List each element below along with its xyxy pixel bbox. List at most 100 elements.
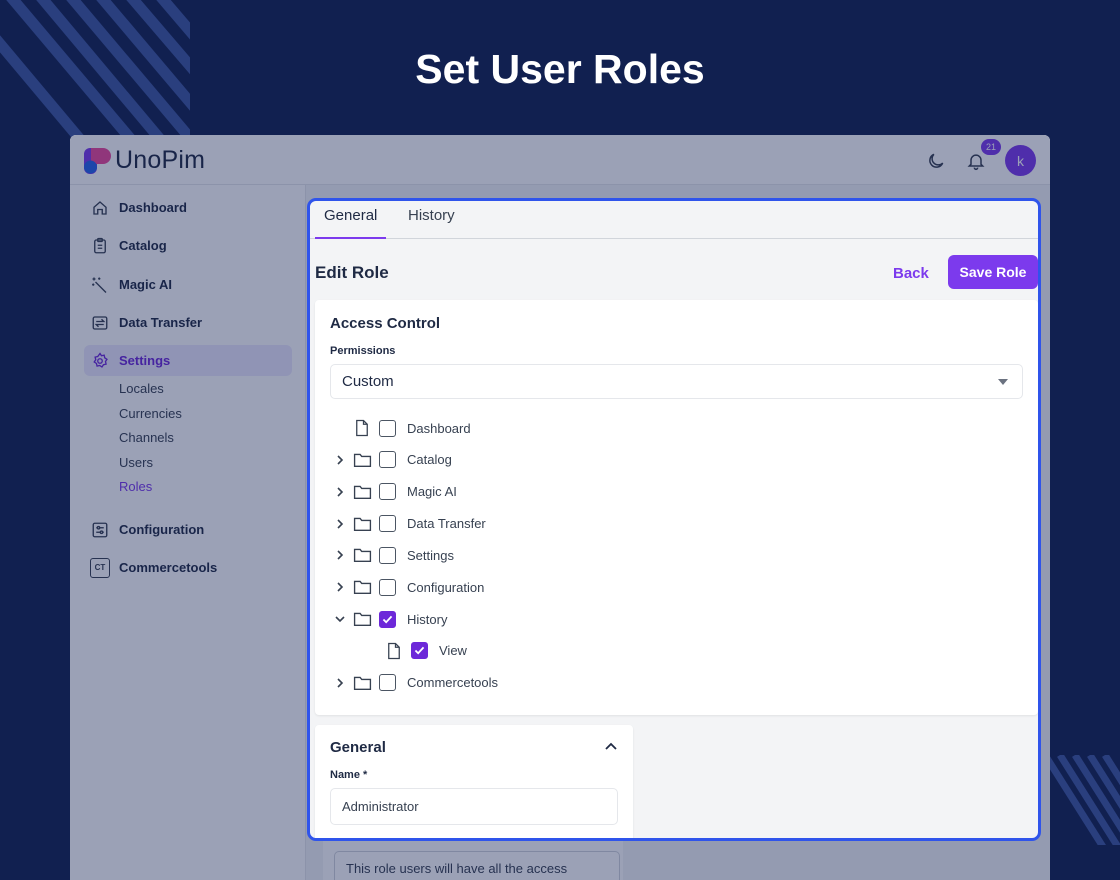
- permissions-select-value: Custom: [342, 373, 394, 390]
- decorative-stripes-bottom-right: [1045, 755, 1120, 845]
- sidebar-subitem-users[interactable]: Users: [119, 455, 153, 470]
- sidebar-item-label: Settings: [119, 353, 171, 368]
- permission-checkbox[interactable]: [379, 578, 396, 596]
- sidebar-subitem-roles[interactable]: Roles: [119, 479, 152, 494]
- bell-icon: [967, 153, 985, 170]
- folder-icon: [352, 449, 372, 471]
- permission-tree-row: Commercetools: [333, 672, 498, 694]
- chevron-right-icon[interactable]: [333, 576, 347, 598]
- folder-icon: [352, 544, 372, 566]
- transfer-icon: [90, 313, 110, 333]
- permission-label: View: [439, 643, 467, 659]
- tab-history[interactable]: History: [408, 207, 455, 239]
- sliders-icon: [90, 520, 110, 540]
- permission-checkbox[interactable]: [379, 674, 396, 692]
- file-icon: [352, 417, 372, 439]
- sidebar-item-settings[interactable]: Settings: [84, 345, 292, 376]
- sidebar-subitem-locales[interactable]: Locales: [119, 381, 164, 396]
- highlighted-panel: General History Edit Role Back Save Role…: [307, 198, 1041, 841]
- chevron-right-icon[interactable]: [333, 513, 347, 535]
- permission-checkbox[interactable]: [379, 546, 396, 564]
- tab-general[interactable]: General: [315, 207, 386, 239]
- sidebar-item-catalog[interactable]: Catalog: [84, 230, 292, 261]
- chevron-right-icon[interactable]: [333, 672, 347, 694]
- permission-label: Data Transfer: [407, 516, 486, 532]
- dark-mode-toggle[interactable]: [921, 146, 951, 176]
- sidebar-item-label: Configuration: [119, 522, 205, 537]
- sidebar-item-magic-ai[interactable]: Magic AI: [84, 269, 292, 300]
- banner-title: Set User Roles: [415, 46, 705, 92]
- sidebar: Dashboard Catalog Magic AI Data Transfer…: [70, 185, 306, 880]
- ct-icon: CT: [90, 557, 110, 578]
- general-card: General Name * Administrator: [315, 725, 633, 838]
- folder-icon: [352, 576, 372, 598]
- avatar[interactable]: k: [1005, 145, 1036, 176]
- sidebar-subitem-currencies[interactable]: Currencies: [119, 406, 182, 421]
- clipboard-icon: [90, 236, 110, 256]
- folder-icon: [352, 672, 372, 694]
- permissions-select[interactable]: Custom: [330, 364, 1023, 399]
- sidebar-item-label: Commercetools: [119, 560, 218, 575]
- chevron-right-icon[interactable]: [333, 449, 347, 471]
- general-card-title: General: [330, 739, 386, 756]
- access-control-title: Access Control: [330, 315, 441, 332]
- permission-checkbox[interactable]: [411, 642, 428, 660]
- ct-icon-text: CT: [94, 563, 106, 572]
- gear-icon: [90, 351, 110, 371]
- permission-tree-row: Dashboard: [333, 417, 471, 439]
- permission-tree-row: History: [333, 608, 447, 630]
- moon-icon: [929, 153, 944, 168]
- permission-tree-row: Settings: [333, 544, 454, 566]
- access-control-card: Access Control Permissions Custom Dashbo…: [315, 300, 1038, 715]
- permission-tree-row: Configuration: [333, 576, 484, 598]
- page-title: Edit Role: [315, 263, 389, 282]
- unopim-logo-icon: [84, 147, 111, 174]
- folder-icon: [352, 608, 372, 630]
- chevron-right-icon[interactable]: [333, 481, 347, 503]
- sidebar-subitem-channels[interactable]: Channels: [119, 430, 174, 445]
- back-button[interactable]: Back: [893, 265, 929, 282]
- permission-label: Catalog: [407, 452, 452, 468]
- logo[interactable]: UnoPim: [84, 146, 205, 175]
- sidebar-item-dashboard[interactable]: Dashboard: [84, 192, 292, 223]
- permission-label: Dashboard: [407, 420, 471, 436]
- sidebar-item-label: Dashboard: [119, 200, 187, 215]
- permission-checkbox[interactable]: [379, 515, 396, 533]
- folder-icon: [352, 481, 372, 503]
- permission-tree-row: Data Transfer: [333, 513, 486, 535]
- permission-checkbox[interactable]: [379, 451, 396, 469]
- permission-label: Commercetools: [407, 675, 499, 691]
- file-icon: [384, 640, 404, 662]
- sidebar-item-label: Magic AI: [119, 277, 172, 292]
- folder-icon: [352, 513, 372, 535]
- name-label: Name *: [330, 769, 368, 781]
- sidebar-item-data-transfer[interactable]: Data Transfer: [84, 307, 292, 338]
- top-bar: UnoPim 21 k: [70, 135, 1050, 185]
- sidebar-item-label: Catalog: [119, 238, 167, 253]
- notification-badge: 21: [980, 138, 1001, 155]
- name-input[interactable]: Administrator: [330, 788, 618, 825]
- logo-text: UnoPim: [115, 146, 206, 174]
- permission-checkbox[interactable]: [379, 419, 396, 437]
- save-role-button[interactable]: Save Role: [948, 255, 1038, 289]
- sidebar-item-label: Data Transfer: [119, 315, 203, 330]
- tab-bar: General History: [310, 201, 1038, 239]
- permission-label: History: [407, 611, 448, 627]
- magic-wand-icon: [90, 275, 110, 295]
- permission-tree-row: Catalog: [333, 449, 452, 471]
- notifications-button[interactable]: 21: [961, 138, 1001, 176]
- chevron-right-icon[interactable]: [333, 544, 347, 566]
- description-textarea[interactable]: This role users will have all the access: [334, 851, 620, 880]
- chevron-up-icon[interactable]: [605, 742, 617, 750]
- permission-tree-row: Magic AI: [333, 481, 457, 503]
- sidebar-item-commercetools[interactable]: CT Commercetools: [84, 552, 292, 583]
- permission-checkbox[interactable]: [379, 483, 396, 501]
- sidebar-item-configuration[interactable]: Configuration: [84, 514, 292, 545]
- permission-label: Configuration: [407, 579, 485, 595]
- chevron-down-icon[interactable]: [333, 608, 347, 630]
- permission-checkbox[interactable]: [379, 610, 396, 628]
- tree-toggle-spacer: [333, 417, 347, 439]
- permission-label: Magic AI: [407, 484, 457, 500]
- tree-toggle-spacer: [365, 640, 379, 662]
- permission-label: Settings: [407, 547, 454, 563]
